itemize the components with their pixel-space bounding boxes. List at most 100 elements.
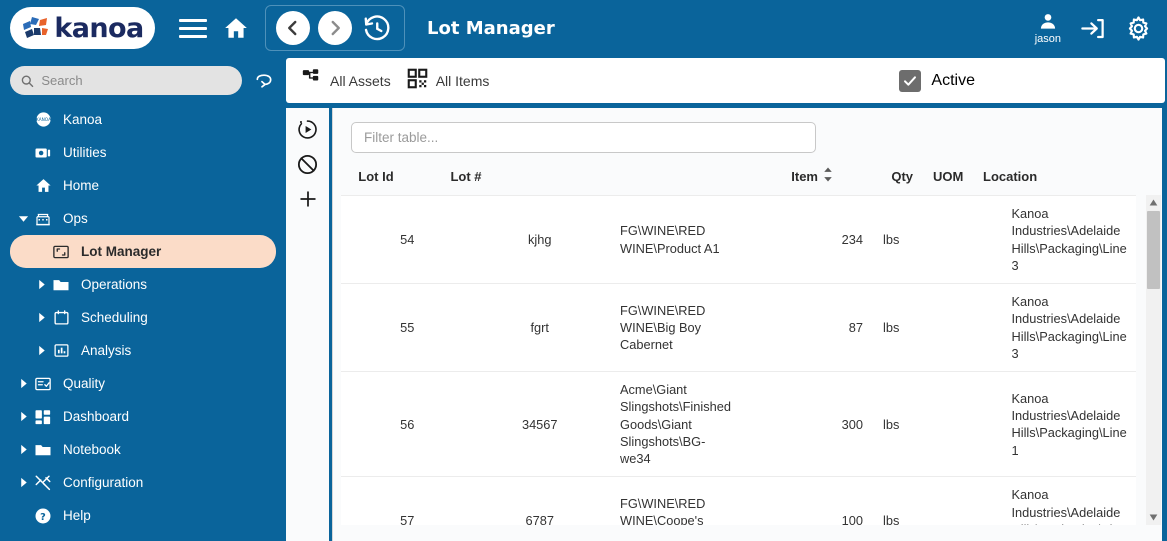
history-clock-icon[interactable]	[360, 11, 394, 45]
dashboard-icon	[32, 408, 54, 426]
plus-icon[interactable]	[295, 186, 321, 212]
hamburger-menu-icon[interactable]	[177, 12, 209, 44]
chevron-right-icon[interactable]	[32, 279, 50, 290]
active-label: Active	[931, 71, 975, 89]
chevron-right-icon[interactable]	[32, 345, 50, 356]
sidebar-item-help[interactable]: ? Help	[10, 499, 276, 532]
sidebar-item-kanoa[interactable]: KANOA Kanoa	[10, 103, 276, 136]
chevron-right-icon[interactable]	[14, 411, 32, 422]
table-body-scroll-area[interactable]: 54 kjhg FG\WINE\RED WINE\Product A1 234 lbs K…	[333, 195, 1165, 525]
sidebar-item-lot-manager[interactable]: Lot Manager	[10, 235, 276, 268]
column-header-lot-num[interactable]: Lot #	[411, 161, 521, 195]
factory-icon	[32, 210, 54, 228]
back-button[interactable]	[276, 11, 310, 45]
ribbon-all-items[interactable]: All Items	[399, 64, 498, 98]
cell-lot-id: 57	[341, 476, 474, 525]
user-name: jason	[1034, 32, 1061, 45]
chevron-right-icon[interactable]	[32, 312, 50, 323]
forward-button[interactable]	[318, 11, 352, 45]
cell-lot-id: 55	[341, 283, 474, 373]
sidebar-item-ops[interactable]: Ops	[10, 202, 276, 235]
cell-item: FG\WINE\RED WINE\Big Boy Cabernet	[606, 283, 739, 373]
gear-icon[interactable]	[1123, 13, 1153, 43]
sidebar-item-operations[interactable]: Operations	[10, 268, 276, 301]
kanoa-badge-icon: KANOA	[32, 111, 54, 128]
cell-location: Kanoa Industries\Adelaide Hills\Packagin…	[1003, 476, 1136, 525]
cell-qty: 100	[738, 476, 871, 525]
sidebar-item-notebook[interactable]: Notebook	[10, 433, 276, 466]
sidebar-item-label: Configuration	[63, 475, 144, 490]
chevron-right-icon[interactable]	[14, 444, 32, 455]
sidebar-item-label: Quality	[63, 376, 106, 391]
active-checkbox[interactable]	[899, 69, 922, 92]
sidebar-item-quality[interactable]: Quality	[10, 367, 276, 400]
scroll-up-arrow-icon[interactable]	[1146, 195, 1161, 210]
cell-lot-id: 56	[341, 371, 474, 478]
vertical-scrollbar[interactable]	[1146, 195, 1161, 525]
brand-logo[interactable]: kanoa	[10, 7, 155, 49]
column-header-lot-id[interactable]: Lot Id	[341, 161, 411, 195]
undo-arrow-icon[interactable]	[252, 69, 276, 93]
search-input[interactable]	[41, 73, 232, 88]
cell-lot-num: kjhg	[473, 195, 606, 285]
scroll-down-arrow-icon[interactable]	[1146, 510, 1161, 525]
block-icon[interactable]	[295, 151, 321, 177]
sort-toggle-icon[interactable]	[823, 167, 833, 185]
table-row[interactable]: 55 fgrt FG\WINE\RED WINE\Big Boy Cabernet 8…	[341, 283, 1136, 373]
cell-lot-num: 6787	[473, 476, 606, 525]
user-menu[interactable]: jason	[1035, 12, 1061, 45]
sidebar-item-scheduling[interactable]: Scheduling	[10, 301, 276, 334]
table-row[interactable]: 54 kjhg FG\WINE\RED WINE\Product A1 234 lbs K…	[341, 195, 1136, 285]
logout-icon[interactable]	[1077, 13, 1107, 43]
sidebar-item-dashboard[interactable]: Dashboard	[10, 400, 276, 433]
ribbon-all-assets-label: All Assets	[330, 72, 391, 89]
sidebar-item-analysis[interactable]: Analysis	[10, 334, 276, 367]
search-box[interactable]	[10, 66, 242, 95]
sidebar-nav-list: KANOA Kanoa Utilities Home Ops Lot Manager Ope…	[0, 103, 286, 532]
folder-icon	[50, 276, 72, 294]
chevron-left-icon	[288, 20, 297, 36]
column-header-qty[interactable]: Qty	[851, 161, 921, 195]
sidebar-item-label: Kanoa	[63, 112, 103, 127]
page-title: Lot Manager	[427, 17, 555, 39]
column-header-item[interactable]: Item	[521, 161, 851, 195]
ribbon-all-assets[interactable]: All Assets	[294, 64, 399, 97]
cell-location: Kanoa Industries\Adelaide Hills\Packagin…	[1003, 195, 1136, 285]
sidebar-item-utilities[interactable]: Utilities	[10, 136, 276, 169]
scrollbar-thumb[interactable]	[1147, 211, 1160, 289]
sidebar-item-configuration[interactable]: Configuration	[10, 466, 276, 499]
content-wrapper: Lot Id Lot # Item	[286, 108, 1165, 541]
table-body: 54 kjhg FG\WINE\RED WINE\Product A1 234 lbs K…	[341, 195, 1136, 525]
cell-item: FG\WINE\RED WINE\Product A1	[606, 195, 739, 285]
tools-icon	[32, 474, 54, 492]
column-header-uom[interactable]: UOM	[921, 161, 975, 195]
svg-text:KANOA: KANOA	[36, 117, 51, 123]
cell-item: FG\WINE\RED WINE\Coope's Cabernet	[606, 476, 739, 525]
filter-wrapper	[333, 108, 1165, 161]
chevron-down-icon[interactable]	[14, 213, 32, 224]
chevron-right-icon[interactable]	[14, 477, 32, 488]
items-grid-icon	[407, 68, 428, 94]
table-row[interactable]: 576787FG\WINE\RED WINE\Coope's Cabernet1…	[341, 476, 1136, 525]
ribbon-all-items-label: All Items	[435, 72, 490, 89]
sidebar-search-row	[0, 56, 286, 95]
table-row[interactable]: 56 34567 Acme\Giant Slingshots\Finished Go…	[341, 371, 1136, 478]
help-circle-icon: ?	[32, 507, 54, 525]
table-header-row: Lot Id Lot # Item Qty UOM Location	[341, 161, 1150, 195]
home-icon[interactable]	[221, 13, 251, 43]
cell-uom: lbs	[871, 371, 1004, 478]
column-header-location[interactable]: Location	[975, 161, 1150, 195]
chevron-right-icon	[331, 20, 340, 36]
table-panel: Lot Id Lot # Item	[332, 108, 1165, 541]
sidebar-item-label: Utilities	[63, 145, 107, 160]
search-icon	[21, 75, 34, 87]
chevron-right-icon[interactable]	[14, 378, 32, 389]
calendar-icon	[50, 309, 72, 326]
play-circle-icon[interactable]	[295, 116, 321, 142]
cell-lot-num: 34567	[473, 371, 606, 478]
sidebar-item-home[interactable]: Home	[10, 169, 276, 202]
sidebar-item-label: Help	[63, 508, 91, 523]
assets-tree-icon	[302, 68, 322, 93]
filter-table-input[interactable]	[351, 122, 816, 153]
sidebar-item-label: Home	[63, 178, 100, 193]
